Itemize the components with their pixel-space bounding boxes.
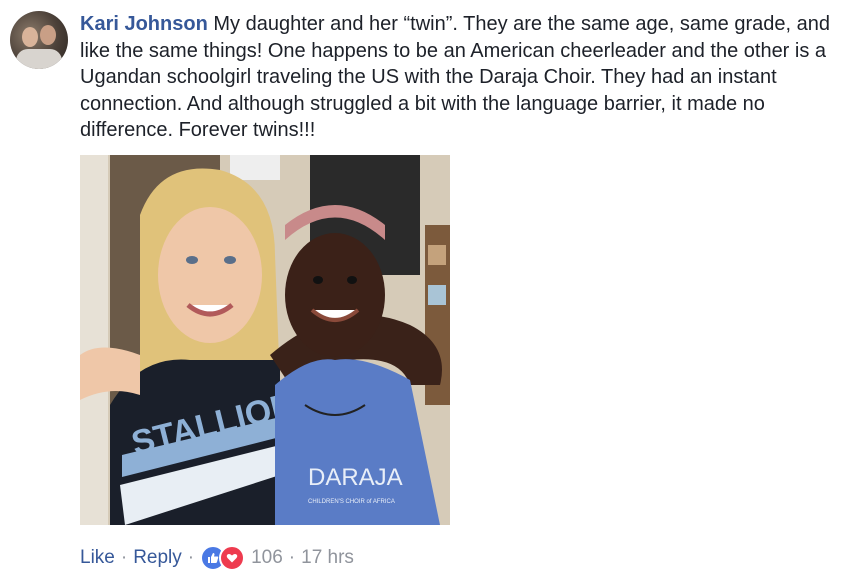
- author-avatar[interactable]: [10, 11, 68, 69]
- photo-illustration: STALLIONS DARAJA CHILDREN'S CHOIR of AFR…: [80, 155, 450, 525]
- author-name[interactable]: Kari Johnson: [80, 13, 208, 35]
- shirt-text: DARAJA: [308, 464, 403, 491]
- comment: Kari Johnson My daughter and her “twin”.…: [0, 0, 850, 574]
- comment-photo[interactable]: STALLIONS DARAJA CHILDREN'S CHOIR of AFR…: [80, 155, 450, 525]
- reaction-count[interactable]: 106: [251, 547, 283, 569]
- shirt-subtext: CHILDREN'S CHOIR of AFRICA: [308, 499, 395, 505]
- separator: ·: [187, 547, 195, 568]
- separator: ·: [288, 547, 296, 568]
- comment-actions: Like · Reply · 106 · 17 hrs: [80, 544, 354, 572]
- reactions-summary[interactable]: [200, 545, 246, 571]
- heart-icon: [219, 545, 246, 571]
- reply-link[interactable]: Reply: [133, 547, 182, 569]
- like-link[interactable]: Like: [80, 547, 115, 569]
- comment-body: Kari Johnson My daughter and her “twin”.…: [80, 11, 840, 144]
- separator: ·: [120, 547, 128, 568]
- timestamp[interactable]: 17 hrs: [301, 547, 354, 569]
